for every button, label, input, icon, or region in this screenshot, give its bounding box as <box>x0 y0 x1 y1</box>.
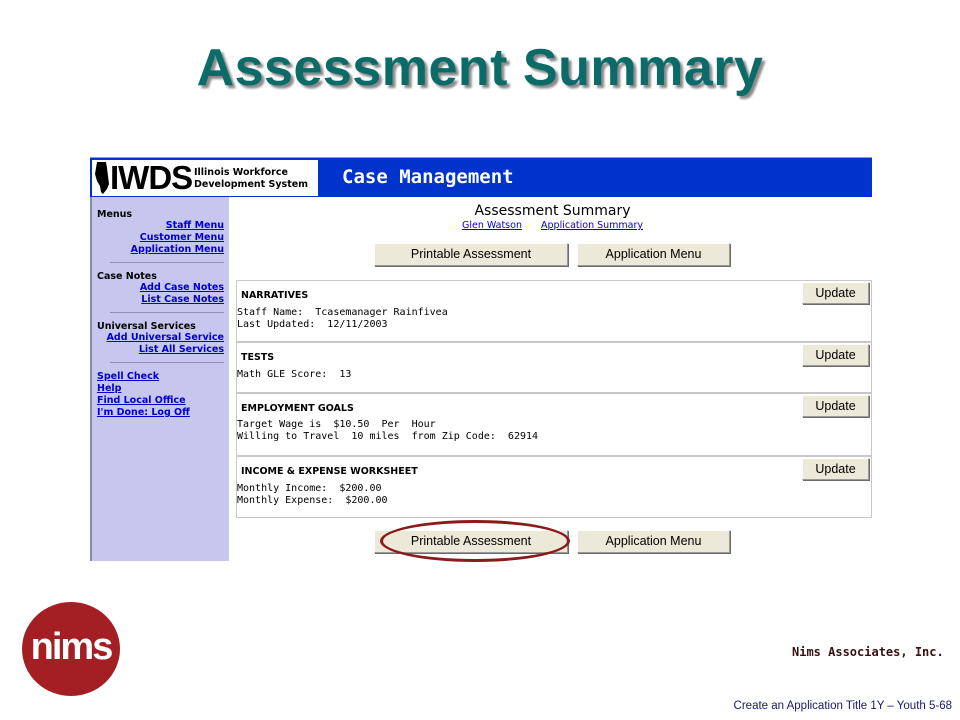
tests-heading: TESTS <box>241 352 275 363</box>
customer-name-link[interactable]: Glen Watson <box>462 220 522 231</box>
narratives-update-button[interactable]: Update <box>802 282 869 304</box>
iwds-logo-subtitle: Illinois Workforce Development System <box>194 167 308 191</box>
main-content: Assessment Summary Glen Watson Applicati… <box>233 197 872 561</box>
slide-footer: Create an Application Title 1Y – Youth 5… <box>733 700 952 712</box>
highlight-ring <box>380 520 570 562</box>
monthly-expense: Monthly Expense: $200.00 <box>237 495 388 506</box>
sidebar-heading-menus: Menus <box>97 209 133 220</box>
company-name: Nims Associates, Inc. <box>792 645 944 659</box>
sidebar-group-case-notes: Case Notes Add Case Notes List Case Note… <box>92 271 229 306</box>
iwds-logo-text: IWDS <box>110 159 193 196</box>
sidebar-divider <box>110 312 224 313</box>
narratives-heading: NARRATIVES <box>241 290 309 301</box>
income-expense-panel: INCOME & EXPENSE WORKSHEET Update Monthl… <box>236 456 872 518</box>
narratives-staff-name: Staff Name: Tcasemanager Rainfivea <box>237 307 448 318</box>
employment-travel: Willing to Travel 10 miles from Zip Code… <box>237 431 539 442</box>
sidebar-link-application-menu[interactable]: Application Menu <box>97 244 224 256</box>
printable-assessment-button-top[interactable]: Printable Assessment <box>374 243 568 266</box>
employment-goals-heading: EMPLOYMENT GOALS <box>241 403 354 414</box>
narratives-last-updated: Last Updated: 12/11/2003 <box>237 319 388 330</box>
application-menu-button-bottom[interactable]: Application Menu <box>577 530 730 553</box>
tests-update-button[interactable]: Update <box>802 344 869 366</box>
income-expense-update-button[interactable]: Update <box>802 458 869 480</box>
sidebar-link-log-off[interactable]: I'm Done: Log Off <box>97 407 224 419</box>
tests-math-score: Math GLE Score: 13 <box>237 369 352 380</box>
sidebar-link-add-case-notes[interactable]: Add Case Notes <box>97 282 224 294</box>
narratives-panel: NARRATIVES Update Staff Name: Tcasemanag… <box>236 280 872 342</box>
app-banner: IWDS Illinois Workforce Development Syst… <box>90 157 872 197</box>
sidebar-divider <box>110 262 224 263</box>
customer-links: Glen Watson Application Summary <box>233 220 872 231</box>
application-menu-button-top[interactable]: Application Menu <box>577 243 730 266</box>
monthly-income: Monthly Income: $200.00 <box>237 483 382 494</box>
banner-title: Case Management <box>342 166 514 188</box>
logo-sub-line2: Development System <box>194 179 309 190</box>
employment-goals-panel: EMPLOYMENT GOALS Update Target Wage is $… <box>236 393 872 456</box>
nims-logo: nims <box>22 602 120 696</box>
sidebar-link-staff-menu[interactable]: Staff Menu <box>97 220 224 232</box>
sidebar-link-list-case-notes[interactable]: List Case Notes <box>97 294 224 306</box>
illinois-state-icon <box>95 162 109 194</box>
iwds-app-window: IWDS Illinois Workforce Development Syst… <box>90 157 872 561</box>
nims-logo-text: nims <box>30 626 114 668</box>
page-title: Assessment Summary <box>474 203 631 219</box>
sidebar: Menus Staff Menu Customer Menu Applicati… <box>90 197 229 561</box>
employment-target-wage: Target Wage is $10.50 Per Hour <box>237 419 436 430</box>
sidebar-heading-case-notes: Case Notes <box>97 271 157 282</box>
iwds-logo: IWDS Illinois Workforce Development Syst… <box>92 159 318 196</box>
income-expense-heading: INCOME & EXPENSE WORKSHEET <box>241 466 418 477</box>
sidebar-link-spell-check[interactable]: Spell Check <box>97 371 224 383</box>
sidebar-divider <box>110 362 224 363</box>
logo-sub-line1: Illinois Workforce <box>194 167 288 178</box>
sidebar-link-add-universal-service[interactable]: Add Universal Service <box>97 332 224 344</box>
sidebar-group-misc: Spell Check Help Find Local Office I'm D… <box>92 371 229 419</box>
sidebar-link-list-all-services[interactable]: List All Services <box>97 344 224 356</box>
slide-title: Assessment Summary <box>196 39 764 97</box>
sidebar-group-menus: Menus Staff Menu Customer Menu Applicati… <box>92 197 229 256</box>
sidebar-link-help[interactable]: Help <box>97 383 224 395</box>
application-summary-link[interactable]: Application Summary <box>541 220 643 231</box>
sidebar-group-universal-services: Universal Services Add Universal Service… <box>92 321 229 356</box>
sidebar-link-customer-menu[interactable]: Customer Menu <box>97 232 224 244</box>
employment-goals-update-button[interactable]: Update <box>802 395 869 417</box>
tests-panel: TESTS Update Math GLE Score: 13 <box>236 342 872 393</box>
sidebar-link-find-local-office[interactable]: Find Local Office <box>97 395 224 407</box>
sidebar-heading-universal-services: Universal Services <box>97 321 196 332</box>
